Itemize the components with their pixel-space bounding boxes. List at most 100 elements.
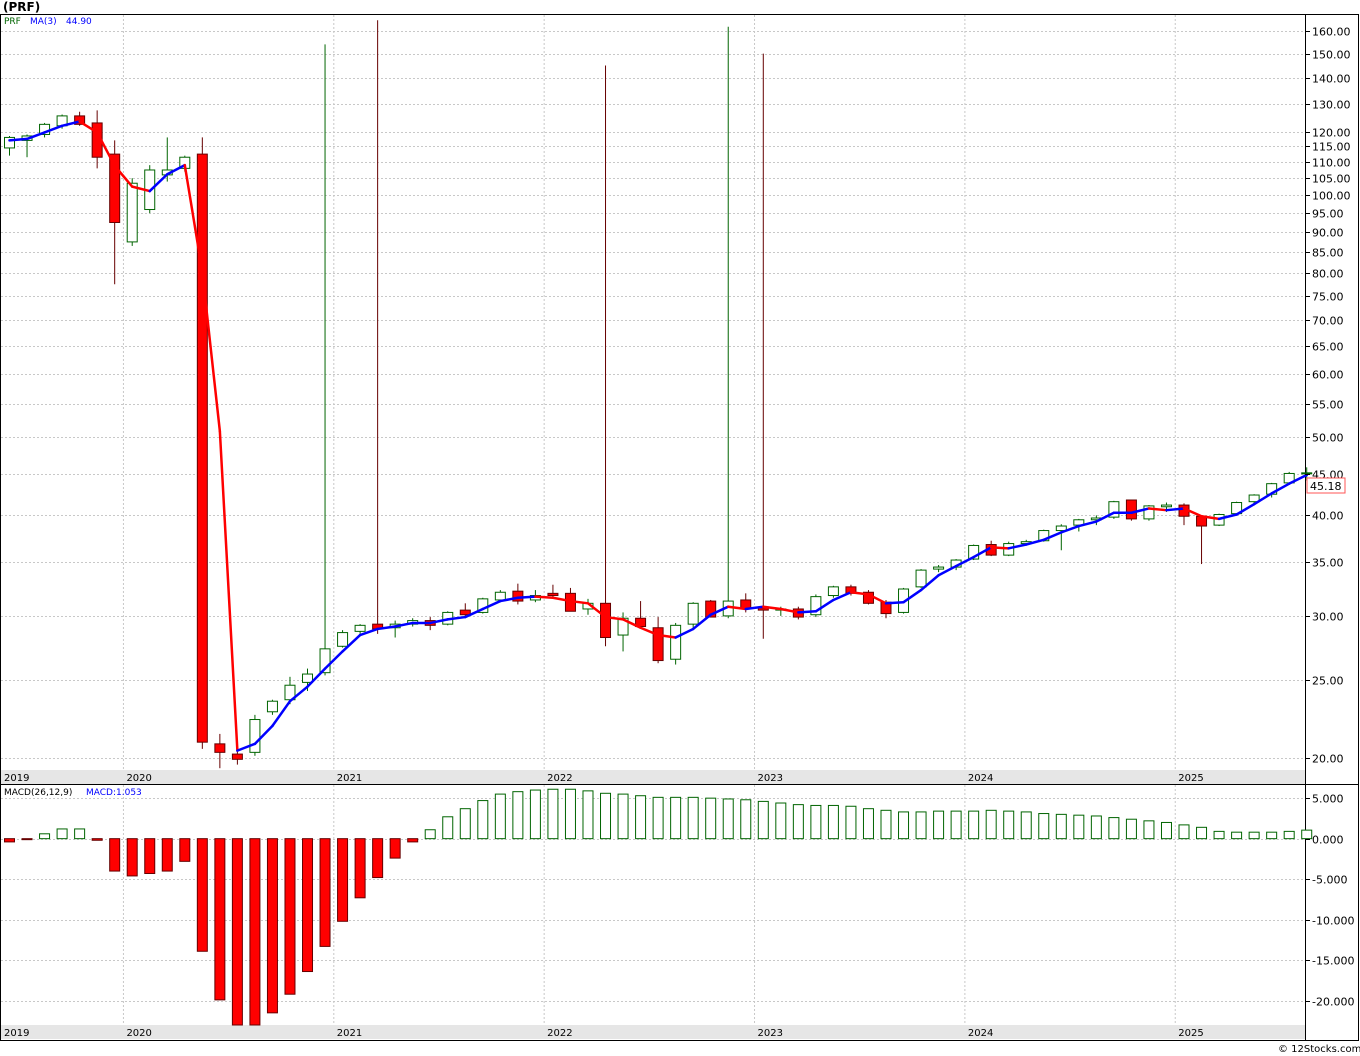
- candle-body: [337, 632, 349, 647]
- year-label: 2022: [547, 773, 572, 784]
- macd-tick-label: -15.000: [1312, 955, 1354, 968]
- macd-bar: [389, 838, 401, 859]
- ma-segment: [8, 137, 29, 142]
- macd-tick-label: -10.000: [1312, 915, 1354, 928]
- year-label: 2019: [4, 773, 29, 784]
- year-label: 2023: [758, 1028, 783, 1039]
- macd-bar: [74, 828, 86, 840]
- price-tick-label: 105.00: [1312, 173, 1351, 186]
- price-tick-label: 20.00: [1312, 753, 1344, 766]
- macd-bar: [827, 804, 839, 840]
- ma-segment: [989, 546, 1010, 550]
- macd-bar: [1231, 831, 1243, 840]
- macd-bar: [1283, 830, 1295, 840]
- macd-bar: [617, 793, 629, 840]
- macd-bar: [547, 788, 559, 840]
- price-tick-label: 115.00: [1312, 141, 1351, 154]
- macd-bar: [1248, 831, 1260, 840]
- macd-bar: [407, 838, 419, 843]
- macd-bar: [494, 793, 506, 840]
- macd-bar: [1160, 821, 1172, 840]
- year-label: 2020: [126, 1028, 151, 1039]
- macd-bar: [792, 804, 804, 840]
- candle-body: [1301, 472, 1313, 475]
- macd-bar: [284, 838, 296, 995]
- macd-bar: [933, 810, 945, 840]
- macd-bar: [266, 838, 278, 1014]
- price-tick-label: 55.00: [1312, 399, 1344, 412]
- candle-body: [670, 624, 682, 660]
- price-tick-label: 110.00: [1312, 157, 1351, 170]
- year-label: 2021: [337, 1028, 362, 1039]
- macd-bar: [1301, 829, 1313, 840]
- macd-bar: [775, 802, 787, 840]
- candle-body: [459, 609, 471, 616]
- year-label: 2022: [547, 1028, 572, 1039]
- macd-bar: [512, 791, 524, 840]
- macd-bar: [144, 838, 156, 874]
- ma-segment: [534, 595, 555, 599]
- year-label: 2025: [1178, 773, 1203, 784]
- ma-segment: [1147, 507, 1168, 512]
- macd-bar: [722, 798, 734, 840]
- macd-bar: [915, 811, 927, 840]
- price-tick-label: 70.00: [1312, 315, 1344, 328]
- price-tick-label: 100.00: [1312, 190, 1351, 203]
- legend-ma-value: 44.90: [66, 17, 92, 27]
- price-tick-label: 120.00: [1312, 127, 1351, 140]
- price-tick-label: 95.00: [1312, 208, 1344, 221]
- macd-bar: [968, 810, 980, 840]
- macd-bar: [687, 796, 699, 840]
- year-label: 2023: [758, 773, 783, 784]
- legend-macd-value: MACD:1.053: [86, 788, 142, 798]
- macd-bar: [757, 800, 769, 840]
- macd-bar: [652, 796, 664, 840]
- macd-bar: [1143, 820, 1155, 840]
- macd-bar: [950, 810, 962, 840]
- macd-bar: [1178, 824, 1190, 840]
- macd-bar: [1266, 831, 1278, 840]
- year-label: 2020: [126, 773, 151, 784]
- macd-bar: [740, 799, 752, 840]
- macd-bar: [39, 833, 51, 840]
- macd-bar: [1073, 814, 1085, 840]
- macd-bar: [21, 838, 33, 841]
- price-tick-label: 90.00: [1312, 227, 1344, 240]
- candle-body: [214, 743, 226, 753]
- macd-bar: [862, 808, 874, 840]
- price-tick-label: 75.00: [1312, 291, 1344, 304]
- price-tick-label: 150.00: [1312, 49, 1351, 62]
- macd-bar: [126, 838, 138, 877]
- macd-bar: [477, 800, 489, 840]
- macd-year-band: [1, 1025, 1305, 1039]
- legend-macd-label: MACD(26,12,9): [4, 788, 72, 798]
- price-tick-label: 35.00: [1312, 557, 1344, 570]
- year-label: 2019: [4, 1028, 29, 1039]
- price-tick-label: 130.00: [1312, 99, 1351, 112]
- candle-body: [354, 624, 366, 632]
- macd-bar: [880, 809, 892, 840]
- macd-bar: [600, 792, 612, 840]
- macd-bar: [582, 790, 594, 840]
- year-label: 2024: [968, 773, 993, 784]
- candle-body: [1160, 504, 1172, 508]
- macd-bar: [319, 838, 331, 947]
- stock-chart: 160.00 150.00 140.00 130.00 120.00115.00 110.…: [0, 0, 1360, 1055]
- price-tick-label: 140.00: [1312, 73, 1351, 86]
- macd-bar: [372, 838, 384, 879]
- macd-bar: [898, 811, 910, 840]
- candle-body: [1125, 499, 1137, 520]
- macd-bar: [1196, 826, 1208, 840]
- year-label: 2021: [337, 773, 362, 784]
- macd-tick-label: -20.000: [1312, 996, 1354, 1009]
- macd-bar: [564, 788, 576, 840]
- macd-bar: [459, 808, 471, 840]
- macd-bar: [1038, 813, 1050, 840]
- ma-segment: [516, 595, 537, 599]
- macd-bar: [424, 829, 436, 840]
- macd-bar: [1020, 811, 1032, 840]
- legend-symbol: PRF: [4, 17, 21, 27]
- macd-bar: [1125, 818, 1137, 840]
- macd-tick-label: 0.000: [1312, 834, 1344, 847]
- macd-bar: [670, 796, 682, 840]
